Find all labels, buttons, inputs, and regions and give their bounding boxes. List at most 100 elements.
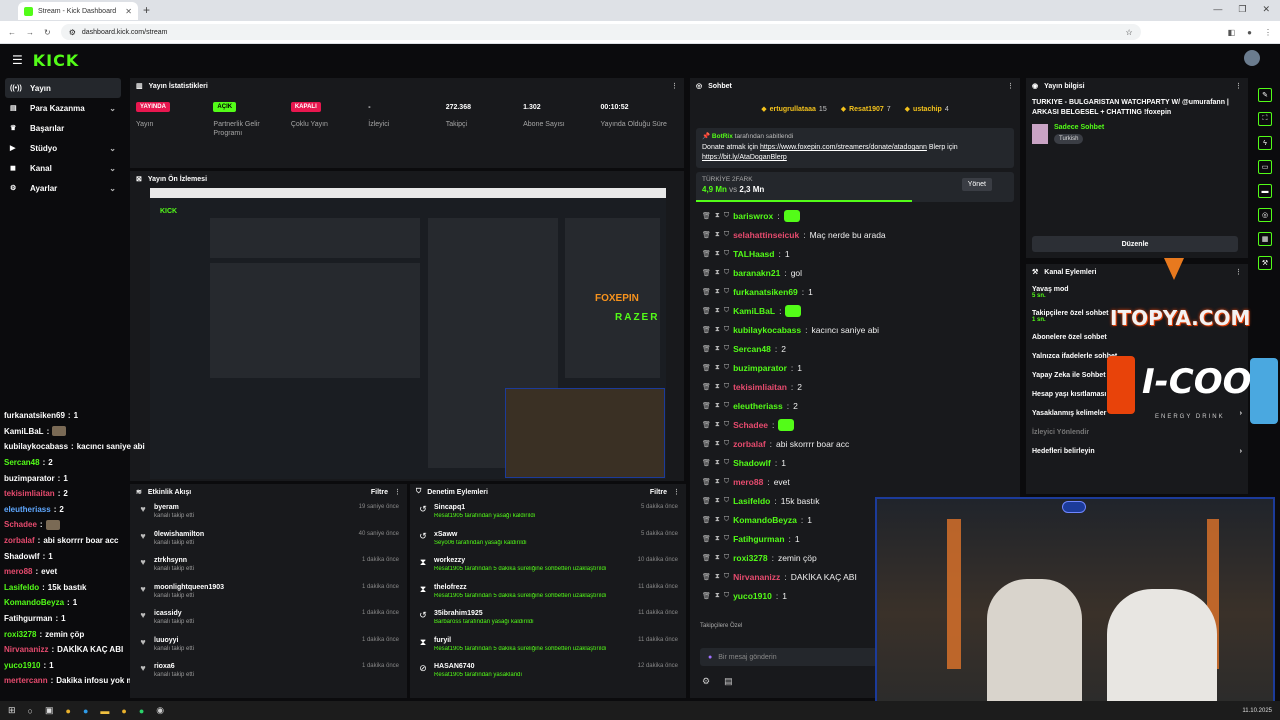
delete-message-icon[interactable]: 🗑 (702, 288, 711, 296)
timeout-icon[interactable]: ⧗ (715, 459, 720, 467)
top-gifter[interactable]: ◆ ustachip 4 (905, 105, 949, 114)
chat-username[interactable]: Fatihgurman (733, 534, 784, 544)
search-icon[interactable]: ○ (28, 706, 33, 716)
event-row[interactable]: ♥ rioxa6 kanalı takip etti 1 dakika önce (130, 659, 407, 686)
timeout-icon[interactable]: ⧗ (715, 307, 720, 315)
windows-start-icon[interactable]: ⊞ (8, 705, 16, 716)
category-name[interactable]: Sadece Sohbet (1054, 124, 1104, 131)
timeout-icon[interactable]: ⧗ (715, 402, 720, 410)
events-more-icon[interactable]: ⋮ (394, 488, 401, 496)
chrome-taskbar-icon[interactable]: ● (66, 706, 71, 716)
chrome2-taskbar-icon[interactable]: ● (121, 706, 126, 716)
user-avatar[interactable] (1244, 50, 1260, 66)
timeout-icon[interactable]: ⧗ (715, 478, 720, 486)
timeout-icon[interactable]: ⧗ (715, 231, 720, 239)
channel-action[interactable]: Hedefleri belirleyin › (1026, 442, 1248, 461)
mod-target-user[interactable]: furyil (434, 637, 606, 644)
timeout-icon[interactable]: ⧗ (715, 326, 720, 334)
chat-username[interactable]: furkanatsiken69 (733, 287, 798, 297)
event-row[interactable]: ♥ icassidy kanalı takip etti 1 dakika önce (130, 606, 407, 633)
event-user[interactable]: rioxa6 (154, 663, 194, 670)
timeout-icon[interactable]: ⧗ (715, 383, 720, 391)
delete-message-icon[interactable]: 🗑 (702, 592, 711, 600)
chat-username[interactable]: roxi3278 (733, 553, 768, 563)
delete-message-icon[interactable]: 🗑 (702, 231, 711, 239)
delete-message-icon[interactable]: 🗑 (702, 402, 711, 410)
delete-message-icon[interactable]: 🗑 (702, 212, 711, 220)
mod-target-user[interactable]: thelofrezz (434, 584, 606, 591)
mod-target-user[interactable]: xSaww (434, 531, 527, 538)
mod-action-row[interactable]: ⧗ thelofrezz Resat1905 tarafından 5 dakika… (410, 580, 686, 607)
event-row[interactable]: ♥ ztrkhsynn kanalı takip etti 1 dakika önce (130, 553, 407, 580)
reload-icon[interactable]: ↻ (44, 28, 51, 37)
chat-username[interactable]: baranakn21 (733, 268, 780, 278)
timeout-icon[interactable]: ⧗ (715, 212, 720, 220)
delete-message-icon[interactable]: 🗑 (702, 478, 711, 486)
timeout-icon[interactable]: ⧗ (715, 364, 720, 372)
browser-tab[interactable]: Stream - Kick Dashboard ✕ (18, 2, 138, 20)
chat-username[interactable]: Lasifeldo (733, 496, 770, 506)
chevron-down-icon[interactable]: ⌄ (109, 164, 116, 173)
address-bar[interactable]: ⚙ dashboard.kick.com/stream ☆ (60, 24, 1141, 40)
broadcast-tool-icon[interactable]: ◎ (1258, 208, 1272, 222)
delete-message-icon[interactable]: 🗑 (702, 459, 711, 467)
task-view-icon[interactable]: ▣ (45, 705, 54, 716)
top-gifter[interactable]: ◆ ertugrullataaa 15 (761, 105, 826, 114)
stats-more-icon[interactable]: ⋮ (671, 82, 678, 90)
top-gifter[interactable]: ◆ Resat1907 7 (841, 105, 891, 114)
chat-message[interactable]: 🗑 ⧗ ⛉ kubilaykocabass: kacıncı saniye abi (690, 320, 1020, 339)
info-more-icon[interactable]: ⋮ (1235, 82, 1242, 90)
chevron-down-icon[interactable]: ⌄ (109, 104, 116, 113)
mod-target-user[interactable]: workezzy (434, 557, 606, 564)
chat-archive-icon[interactable]: ▤ (724, 676, 733, 687)
edit-info-button[interactable]: Düzenle (1032, 236, 1238, 252)
timeout-icon[interactable]: ⧗ (715, 497, 720, 505)
new-tab-icon[interactable]: + (143, 3, 150, 17)
minimize-icon[interactable]: — (1213, 4, 1222, 15)
back-icon[interactable]: ← (8, 28, 16, 37)
chat-username[interactable]: kubilaykocabass (733, 325, 801, 335)
timeout-icon[interactable]: ⧗ (715, 250, 720, 258)
grid-icon[interactable]: ▦ (1258, 232, 1272, 246)
menu-icon[interactable]: ⋮ (1264, 28, 1272, 37)
actions-more-icon[interactable]: ⋮ (1235, 268, 1242, 276)
timeout-icon[interactable]: ⧗ (715, 516, 720, 524)
chat-username[interactable]: Sercan48 (733, 344, 771, 354)
chat-username[interactable]: yuco1910 (733, 591, 772, 601)
bolt-icon[interactable]: ϟ (1258, 136, 1272, 150)
event-user[interactable]: 0lewishamilton (154, 531, 204, 538)
edge-taskbar-icon[interactable]: ● (83, 706, 88, 716)
event-user[interactable]: ztrkhsynn (154, 557, 194, 564)
chat-username[interactable]: mero88 (733, 477, 763, 487)
tools-icon[interactable]: ⚒ (1258, 256, 1272, 270)
edit-layout-icon[interactable]: ✎ (1258, 88, 1272, 102)
timeout-icon[interactable]: ⧗ (715, 573, 720, 581)
emoji-icon[interactable]: ● (708, 654, 712, 661)
chevron-right-icon[interactable]: › (1240, 410, 1242, 417)
chat-message[interactable]: 🗑 ⧗ ⛉ tekisimliaitan:2 (690, 377, 1020, 396)
chat-message[interactable]: 🗑 ⧗ ⛉ mero88: evet (690, 472, 1020, 491)
delete-message-icon[interactable]: 🗑 (702, 440, 711, 448)
sidebar-item-5[interactable]: ◼ Kanal ⌄ (0, 158, 126, 178)
chat-username[interactable]: eleutheriass (733, 401, 783, 411)
maximize-icon[interactable]: ❐ (1238, 4, 1246, 15)
timeout-icon[interactable]: ⧗ (715, 554, 720, 562)
mod-target-user[interactable]: HASAN6740 (434, 663, 522, 670)
delete-message-icon[interactable]: 🗑 (702, 269, 711, 277)
sidebar-item-3[interactable]: ♛ Başarılar (0, 118, 126, 138)
stream-preview-video[interactable]: KICK FOXEPIN RAZER (150, 188, 666, 479)
chat-username[interactable]: Shadowlf (733, 458, 771, 468)
explorer-taskbar-icon[interactable]: ▬ (100, 706, 109, 716)
chevron-down-icon[interactable]: ⌄ (109, 184, 116, 193)
mod-action-row[interactable]: ⧗ workezzy Resat1905 tarafından 5 dakika s… (410, 553, 686, 580)
forward-icon[interactable]: → (26, 28, 34, 37)
obs-taskbar-icon[interactable]: ◉ (156, 705, 164, 716)
sidebar-item-4[interactable]: ▶ Stüdyo ⌄ (0, 138, 126, 158)
delete-message-icon[interactable]: 🗑 (702, 573, 711, 581)
chat-more-icon[interactable]: ⋮ (1007, 82, 1014, 90)
chat-settings-icon[interactable]: ⚙ (702, 676, 710, 687)
chat-message[interactable]: 🗑 ⧗ ⛉ zorbalaf: abi skorrrr boar acc (690, 434, 1020, 453)
event-user[interactable]: luuoyyi (154, 637, 194, 644)
delete-message-icon[interactable]: 🗑 (702, 554, 711, 562)
chevron-down-icon[interactable]: ⌄ (109, 144, 116, 153)
